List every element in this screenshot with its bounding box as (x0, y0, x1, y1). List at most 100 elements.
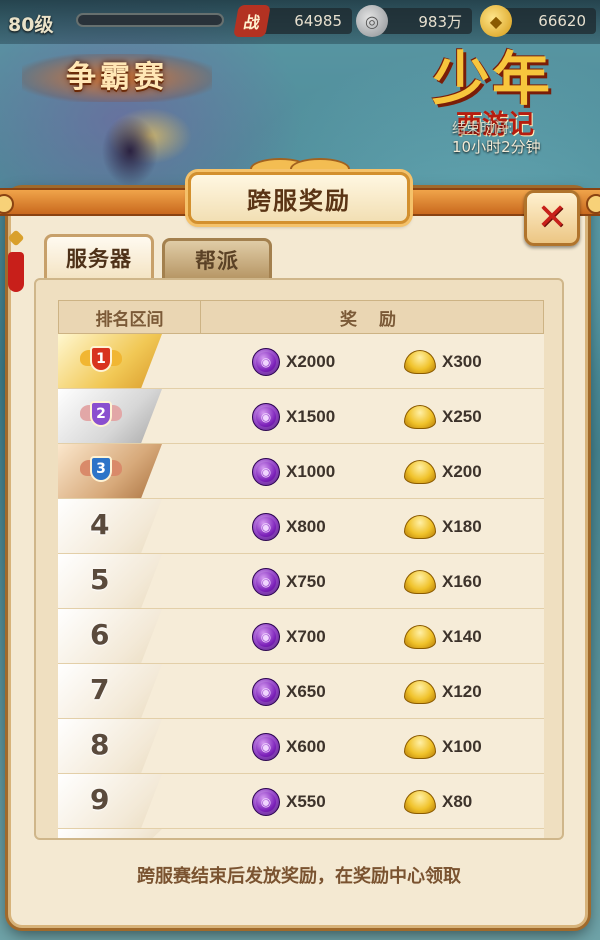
table-row: 3 ◉ X1000 X200 (58, 444, 544, 499)
ingot-reward: X160 (404, 568, 482, 596)
gold-ingot-icon (404, 350, 436, 374)
table-row: 6 ◉ X700 X140 (58, 609, 544, 664)
purple-gem-icon: ◉ (252, 568, 280, 596)
tassel-ornament-icon (6, 222, 26, 302)
ingot-quantity: X180 (442, 517, 482, 536)
experience-bar (76, 13, 224, 27)
gem-quantity: X600 (286, 737, 326, 756)
purple-gem-icon: ◉ (252, 513, 280, 541)
gold-ingot-icon (404, 680, 436, 704)
rank-number: 3 (90, 456, 112, 482)
ingot-quantity: X120 (442, 682, 482, 701)
ingot-reward: X140 (404, 623, 482, 651)
gem-quantity: X700 (286, 627, 326, 646)
table-row: 2 ◉ X1500 X250 (58, 389, 544, 444)
gem-quantity: X1000 (286, 462, 336, 481)
table-row: 9 ◉ X550 X80 (58, 774, 544, 829)
table-row: 4 ◉ X800 X180 (58, 499, 544, 554)
purple-gem-icon: ◉ (252, 458, 280, 486)
close-button[interactable]: ✕ (524, 190, 580, 246)
gem-reward: ◉ X2000 (252, 348, 335, 376)
bronze-medal-icon: 3 (80, 452, 122, 490)
gem-quantity: X1500 (286, 407, 336, 426)
gold-ingot-icon (404, 405, 436, 429)
gem-quantity: X750 (286, 572, 326, 591)
reward-table-panel[interactable]: 排名区间 奖 励 1 ◉ X2000 X300 2 ◉ X1500 X250 3… (34, 278, 564, 840)
rank-number: 8 (90, 728, 110, 761)
ingot-quantity: X160 (442, 572, 482, 591)
gold-ingot-icon (404, 735, 436, 759)
rank-cell (58, 609, 162, 663)
combat-power-value: 64985 (294, 12, 342, 30)
rank-cell (58, 664, 162, 718)
gem-reward: ◉ X750 (252, 568, 326, 596)
dialog-title-plate: 跨服奖励 (188, 172, 410, 224)
rank-number: 1 (90, 346, 112, 372)
tab-guild[interactable]: 帮派 (162, 238, 272, 278)
rank-cell (58, 774, 162, 828)
rank-cell (58, 554, 162, 608)
table-row: 5 ◉ X750 X160 (58, 554, 544, 609)
rank-cell (58, 829, 162, 838)
silver-medal-icon: 2 (80, 397, 122, 435)
header-rank-range: 排名区间 (59, 301, 201, 333)
ingot-quantity: X300 (442, 352, 482, 371)
purple-gem-icon: ◉ (252, 623, 280, 651)
purple-gem-icon: ◉ (252, 788, 280, 816)
gem-quantity: X550 (286, 792, 326, 811)
rank-number: 7 (90, 673, 110, 706)
gem-reward: ◉ X600 (252, 733, 326, 761)
ingot-quantity: X100 (442, 737, 482, 756)
close-icon: ✕ (536, 197, 568, 238)
table-row (58, 829, 544, 838)
rank-cell (58, 719, 162, 773)
gem-reward: ◉ X550 (252, 788, 326, 816)
header-reward: 奖 励 (340, 309, 404, 330)
silver-coin-icon: ◎ (356, 5, 388, 37)
ingot-reward: X100 (404, 733, 482, 761)
ingot-quantity: X250 (442, 407, 482, 426)
gold-ingot-icon (404, 570, 436, 594)
ingot-reward: X180 (404, 513, 482, 541)
gem-quantity: X650 (286, 682, 326, 701)
rank-number: 9 (90, 783, 110, 816)
reward-rows: 1 ◉ X2000 X300 2 ◉ X1500 X250 3 ◉ X1000 … (58, 334, 544, 838)
ingot-quantity: X80 (442, 792, 473, 811)
ingot-reward: X80 (404, 788, 472, 816)
combat-power-display: 战 64985 (233, 5, 352, 37)
table-row: 1 ◉ X2000 X300 (58, 334, 544, 389)
gold-ingot-icon (404, 790, 436, 814)
gem-reward: ◉ X1500 (252, 403, 335, 431)
ingot-reward: X120 (404, 678, 482, 706)
gem-quantity: X2000 (286, 352, 336, 371)
rank-number: 5 (90, 563, 110, 596)
footer-note: 跨服赛结束后发放奖励，在奖励中心领取 (137, 866, 461, 887)
table-row: 8 ◉ X600 X100 (58, 719, 544, 774)
gem-quantity: X800 (286, 517, 326, 536)
purple-gem-icon: ◉ (252, 348, 280, 376)
ingot-quantity: X200 (442, 462, 482, 481)
table-row: 7 ◉ X650 X120 (58, 664, 544, 719)
gem-reward: ◉ X650 (252, 678, 326, 706)
gold-ingot-icon (404, 515, 436, 539)
player-level: 80级 (8, 14, 54, 36)
gold-ingot-icon (404, 460, 436, 484)
purple-gem-icon: ◉ (252, 733, 280, 761)
dialog-title: 跨服奖励 (247, 186, 351, 215)
rank-number: 6 (90, 618, 110, 651)
ingot-reward: X200 (404, 458, 482, 486)
gold-ingot-icon (404, 625, 436, 649)
gem-reward: ◉ X800 (252, 513, 326, 541)
rank-cell (58, 499, 162, 553)
rank-number: 4 (90, 508, 110, 541)
gem-reward: ◉ X700 (252, 623, 326, 651)
ingot-reward: X250 (404, 403, 482, 431)
purple-gem-icon: ◉ (252, 403, 280, 431)
tab-server[interactable]: 服务器 (44, 234, 154, 278)
table-header: 排名区间 奖 励 (58, 300, 544, 334)
combat-icon: 战 (233, 5, 271, 37)
gold-medal-icon: 1 (80, 342, 122, 380)
rank-number: 2 (90, 401, 112, 427)
purple-gem-icon: ◉ (252, 678, 280, 706)
countdown-timer: 10小时2分钟 (452, 138, 541, 156)
